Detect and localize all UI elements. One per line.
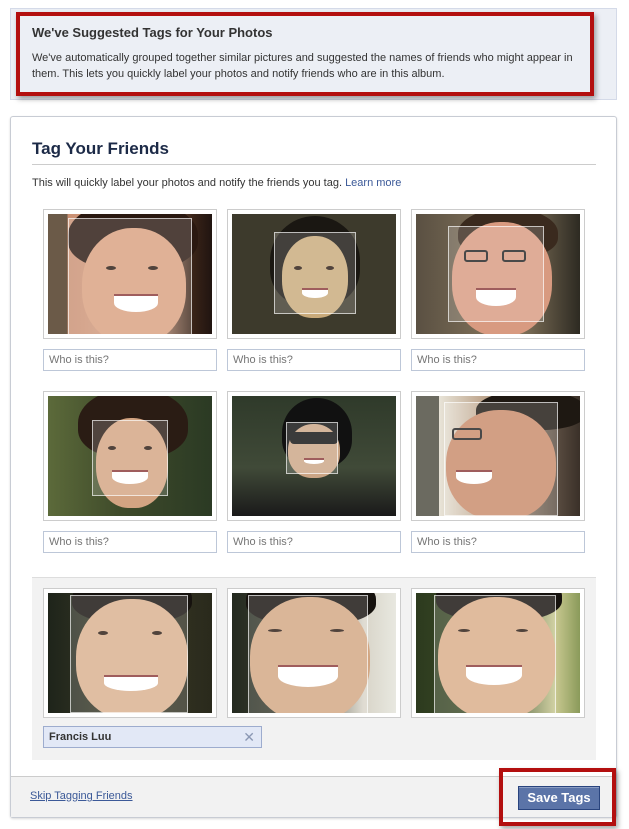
face-detection-box [448,226,544,322]
heading-divider [32,164,596,165]
who-is-this-input[interactable] [411,531,585,553]
face-detection-box [444,402,558,516]
who-is-this-input[interactable] [227,531,401,553]
save-tags-button[interactable]: Save Tags [518,786,600,810]
who-is-this-input[interactable] [227,349,401,371]
photo-thumbnail[interactable] [411,391,585,521]
description: This will quickly label your photos and … [32,177,401,189]
photo-thumbnail[interactable] [227,209,401,339]
description-text: This will quickly label your photos and … [32,177,342,189]
notice-body: We've automatically grouped together sim… [32,52,573,80]
face-detection-box [274,232,356,314]
friend-photo [48,593,212,713]
friend-photo [48,396,212,516]
face-detection-box [92,420,168,496]
face-detection-box [434,595,556,713]
friend-photo [416,593,580,713]
suggested-name-token[interactable]: Francis Luu ✕ [43,726,262,748]
face-detection-box [248,595,368,713]
friend-photo [416,396,580,516]
suggested-name: Francis Luu [49,731,112,743]
photo-thumbnail[interactable] [43,391,217,521]
friend-photo [232,593,396,713]
skip-tagging-link[interactable]: Skip Tagging Friends [30,790,133,802]
face-detection-box [286,422,338,474]
who-is-this-input[interactable] [411,349,585,371]
face-detection-box [68,218,192,334]
friend-photo [48,214,212,334]
learn-more-link[interactable]: Learn more [345,177,401,189]
friend-photo [232,396,396,516]
photo-thumbnail[interactable] [227,588,401,718]
photo-thumbnail[interactable] [411,209,585,339]
remove-icon[interactable]: ✕ [243,729,255,746]
who-is-this-input[interactable] [43,349,217,371]
page-title: Tag Your Friends [32,139,169,158]
photo-thumbnail[interactable] [43,209,217,339]
photo-thumbnail[interactable] [43,588,217,718]
friend-photo [232,214,396,334]
face-detection-box [70,595,188,713]
notice-title: We've Suggested Tags for Your Photos [32,25,273,40]
who-is-this-input[interactable] [43,531,217,553]
friend-photo [416,214,580,334]
photo-thumbnail[interactable] [227,391,401,521]
photo-thumbnail[interactable] [411,588,585,718]
